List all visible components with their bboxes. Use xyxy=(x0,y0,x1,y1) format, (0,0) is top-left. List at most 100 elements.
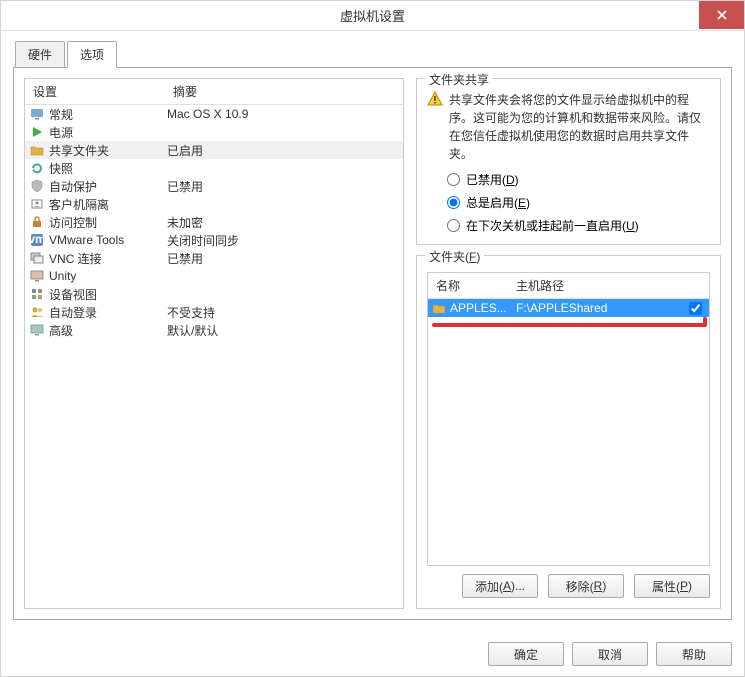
radio-disabled-input[interactable] xyxy=(447,173,460,186)
settings-row-label: 共享文件夹 xyxy=(49,142,167,159)
warning-row: 共享文件夹会将您的文件显示给虚拟机中的程序。这可能为您的计算机和数据带来风险。请… xyxy=(427,91,710,163)
play-icon xyxy=(29,124,45,140)
settings-list-panel: 设置 摘要 常规Mac OS X 10.9电源共享文件夹已启用快照自动保护已禁用… xyxy=(24,78,404,609)
unity-icon xyxy=(29,268,45,284)
tab-panel-options: 设置 摘要 常规Mac OS X 10.9电源共享文件夹已启用快照自动保护已禁用… xyxy=(13,67,732,620)
settings-row-label: VMware Tools xyxy=(49,233,167,247)
settings-row-summary: 已启用 xyxy=(167,142,399,159)
settings-row-label: 高级 xyxy=(49,322,167,339)
settings-list-header: 设置 摘要 xyxy=(25,79,403,105)
radio-always-label: 总是启用(E) xyxy=(466,194,530,211)
settings-row-label: 快照 xyxy=(49,160,167,177)
settings-row[interactable]: 快照 xyxy=(25,159,403,177)
settings-row[interactable]: 高级默认/默认 xyxy=(25,321,403,339)
shield-icon xyxy=(29,178,45,194)
settings-row[interactable]: 自动保护已禁用 xyxy=(25,177,403,195)
settings-row-summary: 默认/默认 xyxy=(167,322,399,339)
settings-row[interactable]: 常规Mac OS X 10.9 xyxy=(25,105,403,123)
settings-row[interactable]: Unity xyxy=(25,267,403,285)
ok-button[interactable]: 确定 xyxy=(488,642,564,666)
folders-column-name[interactable]: 名称 xyxy=(428,273,508,298)
column-setting[interactable]: 设置 xyxy=(25,79,165,104)
settings-row-summary: 关闭时间同步 xyxy=(167,232,399,249)
dev-icon xyxy=(29,286,45,302)
folders-list: 名称 主机路径 APPLES...F:\APPLEShared xyxy=(427,272,710,566)
settings-row[interactable]: 自动登录不受支持 xyxy=(25,303,403,321)
settings-row[interactable]: 客户机隔离 xyxy=(25,195,403,213)
settings-row[interactable]: VNC 连接已禁用 xyxy=(25,249,403,267)
client-area: 硬件 选项 设置 摘要 常规Mac OS X 10.9电源共享文件夹已启用快照自… xyxy=(1,31,744,632)
settings-row-summary: 已禁用 xyxy=(167,178,399,195)
settings-row[interactable]: 共享文件夹已启用 xyxy=(25,141,403,159)
group-folder-sharing: 文件夹共享 共享文件夹会将您的文件显示给虚拟机中的程序。这可能为您的计算机和数据… xyxy=(416,78,721,245)
add-folder-button[interactable]: 添加(A)... xyxy=(462,574,538,598)
settings-row-summary: 不受支持 xyxy=(167,304,399,321)
right-panel: 文件夹共享 共享文件夹会将您的文件显示给虚拟机中的程序。这可能为您的计算机和数据… xyxy=(416,78,721,609)
warning-icon xyxy=(427,91,443,107)
cancel-button[interactable]: 取消 xyxy=(572,642,648,666)
settings-row-label: 常规 xyxy=(49,106,167,123)
radio-disabled[interactable]: 已禁用(D) xyxy=(447,171,710,188)
settings-row-label: Unity xyxy=(49,269,167,283)
radio-always[interactable]: 总是启用(E) xyxy=(447,194,710,211)
settings-row[interactable]: 访问控制未加密 xyxy=(25,213,403,231)
warning-text: 共享文件夹会将您的文件显示给虚拟机中的程序。这可能为您的计算机和数据带来风险。请… xyxy=(449,91,710,163)
remove-folder-button[interactable]: 移除(R) xyxy=(548,574,624,598)
radio-until-shutdown-label: 在下次关机或挂起前一直启用(U) xyxy=(466,217,639,234)
settings-row[interactable]: 设备视图 xyxy=(25,285,403,303)
folder-enabled-checkbox[interactable] xyxy=(685,302,705,315)
settings-row-label: 访问控制 xyxy=(49,214,167,231)
folder-row[interactable]: APPLES...F:\APPLEShared xyxy=(428,299,709,317)
radio-until-shutdown-input[interactable] xyxy=(447,219,460,232)
user-icon xyxy=(29,304,45,320)
monitor-icon xyxy=(29,106,45,122)
vmw-icon: vm xyxy=(29,232,45,248)
close-icon xyxy=(717,10,727,20)
settings-list: 设置 摘要 常规Mac OS X 10.9电源共享文件夹已启用快照自动保护已禁用… xyxy=(24,78,404,609)
guest-icon xyxy=(29,196,45,212)
folder-properties-button[interactable]: 属性(P) xyxy=(634,574,710,598)
svg-text:vm: vm xyxy=(30,233,44,246)
share-radio-group: 已禁用(D) 总是启用(E) 在下次关机或挂起前一直启用(U) xyxy=(427,171,710,234)
folder-path: F:\APPLEShared xyxy=(516,301,685,315)
radio-disabled-label: 已禁用(D) xyxy=(466,171,519,188)
folders-buttons: 添加(A)... 移除(R) 属性(P) xyxy=(427,574,710,598)
window-title: 虚拟机设置 xyxy=(340,6,405,25)
settings-dialog: 虚拟机设置 硬件 选项 设置 摘要 常规Mac OS X 10.9电源共享文件夹… xyxy=(0,0,745,677)
folders-column-check xyxy=(679,273,709,298)
group-folder-sharing-title: 文件夹共享 xyxy=(425,71,493,88)
lock-icon xyxy=(29,214,45,230)
radio-always-input[interactable] xyxy=(447,196,460,209)
folders-rows: APPLES...F:\APPLEShared xyxy=(428,299,709,317)
settings-row-label: 自动保护 xyxy=(49,178,167,195)
folder-name: APPLES... xyxy=(450,301,516,315)
settings-row-summary: Mac OS X 10.9 xyxy=(167,107,399,121)
radio-until-shutdown[interactable]: 在下次关机或挂起前一直启用(U) xyxy=(447,217,710,234)
folder-icon xyxy=(432,301,446,315)
folder-icon xyxy=(29,142,45,158)
settings-list-body: 常规Mac OS X 10.9电源共享文件夹已启用快照自动保护已禁用客户机隔离访… xyxy=(25,105,403,339)
group-folders: 文件夹(F) 名称 主机路径 APPLES...F:\APPLEShared 添… xyxy=(416,255,721,609)
group-folders-title: 文件夹(F) xyxy=(425,248,484,265)
annotation-red-underline xyxy=(432,323,705,327)
settings-row[interactable]: vm VMware Tools关闭时间同步 xyxy=(25,231,403,249)
settings-row-label: VNC 连接 xyxy=(49,250,167,267)
close-button[interactable] xyxy=(699,1,744,29)
settings-row-label: 客户机隔离 xyxy=(49,196,167,213)
dialog-button-row: 确定 取消 帮助 xyxy=(1,632,744,676)
vnc-icon xyxy=(29,250,45,266)
settings-row-label: 自动登录 xyxy=(49,304,167,321)
settings-row-summary: 已禁用 xyxy=(167,250,399,267)
help-button[interactable]: 帮助 xyxy=(656,642,732,666)
tab-bar: 硬件 选项 xyxy=(13,41,732,68)
settings-row[interactable]: 电源 xyxy=(25,123,403,141)
titlebar: 虚拟机设置 xyxy=(1,1,744,31)
adv-icon xyxy=(29,322,45,338)
tab-options[interactable]: 选项 xyxy=(67,41,117,68)
column-summary[interactable]: 摘要 xyxy=(165,79,403,104)
folders-list-header: 名称 主机路径 xyxy=(428,273,709,299)
folders-column-path[interactable]: 主机路径 xyxy=(508,273,679,298)
settings-row-label: 电源 xyxy=(49,124,167,141)
tab-hardware[interactable]: 硬件 xyxy=(15,41,65,68)
snap-icon xyxy=(29,160,45,176)
